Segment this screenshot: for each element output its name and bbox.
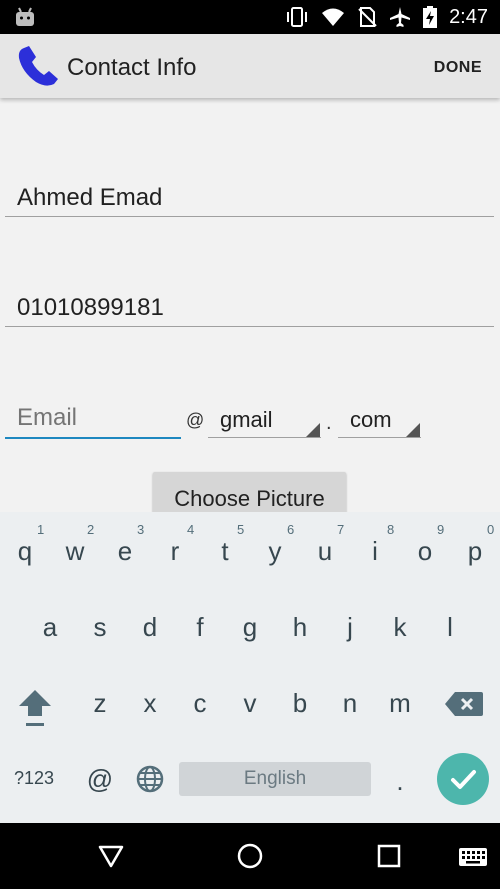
key-m[interactable]: m bbox=[375, 688, 425, 719]
at-key[interactable]: @ bbox=[75, 764, 125, 795]
key-e[interactable]: e bbox=[100, 536, 150, 567]
key-hint-9: 9 bbox=[437, 522, 445, 537]
key-x[interactable]: x bbox=[125, 688, 175, 719]
done-button[interactable]: DONE bbox=[434, 59, 482, 77]
checkmark-icon bbox=[451, 770, 476, 789]
wifi-icon bbox=[322, 8, 345, 26]
tld-spinner-arrow-icon bbox=[406, 423, 420, 437]
phone-field[interactable]: 01010899181 bbox=[17, 294, 164, 322]
back-icon[interactable] bbox=[97, 842, 125, 870]
vibrate-icon bbox=[287, 7, 308, 27]
name-field-underline bbox=[5, 216, 494, 217]
key-hint-5: 5 bbox=[237, 522, 245, 537]
key-k[interactable]: k bbox=[375, 612, 425, 643]
key-hint-4: 4 bbox=[187, 522, 195, 537]
dot-label: . bbox=[326, 412, 332, 434]
at-label: @ bbox=[186, 410, 205, 430]
status-bar: 2:47 bbox=[0, 0, 500, 34]
key-j[interactable]: j bbox=[325, 612, 375, 643]
key-f[interactable]: f bbox=[175, 612, 225, 643]
domain-spinner-value: gmail bbox=[220, 407, 273, 432]
navigation-bar bbox=[0, 823, 500, 889]
key-u[interactable]: u bbox=[300, 536, 350, 567]
symbols-key[interactable]: ?123 bbox=[14, 768, 54, 789]
key-hint-0: 0 bbox=[487, 522, 495, 537]
key-y[interactable]: y bbox=[250, 536, 300, 567]
app-bar: Contact Info DONE bbox=[0, 34, 500, 98]
key-v[interactable]: v bbox=[225, 688, 275, 719]
key-d[interactable]: d bbox=[125, 612, 175, 643]
domain-spinner-underline bbox=[208, 437, 321, 438]
key-q[interactable]: q bbox=[0, 536, 50, 567]
email-field[interactable] bbox=[17, 404, 177, 432]
tld-spinner-underline bbox=[338, 437, 421, 438]
space-key[interactable]: English bbox=[179, 762, 371, 796]
keyboard-icon[interactable] bbox=[458, 846, 488, 868]
key-hint-1: 1 bbox=[37, 522, 45, 537]
name-field[interactable]: Ahmed Emad bbox=[17, 184, 162, 212]
key-hint-8: 8 bbox=[387, 522, 395, 537]
battery-charging-icon bbox=[423, 6, 438, 28]
key-h[interactable]: h bbox=[275, 612, 325, 643]
key-i[interactable]: i bbox=[350, 536, 400, 567]
no-sim-icon bbox=[358, 7, 377, 27]
key-hint-6: 6 bbox=[287, 522, 295, 537]
soft-keyboard: q w e r t y u i o p 1 2 3 4 5 6 7 8 9 0 … bbox=[0, 512, 500, 823]
key-r[interactable]: r bbox=[150, 536, 200, 567]
key-hint-3: 3 bbox=[137, 522, 145, 537]
phone-field-underline bbox=[5, 326, 494, 327]
home-icon[interactable] bbox=[235, 841, 265, 871]
key-hint-2: 2 bbox=[87, 522, 95, 537]
key-t[interactable]: t bbox=[200, 536, 250, 567]
tld-spinner-value: com bbox=[350, 407, 392, 432]
email-field-underline bbox=[5, 437, 181, 439]
status-time: 2:47 bbox=[449, 5, 488, 28]
screen: 2:47 Contact Info DONE Ahmed Emad 010108… bbox=[0, 0, 500, 889]
page-title: Contact Info bbox=[67, 54, 197, 81]
key-z[interactable]: z bbox=[75, 688, 125, 719]
key-o[interactable]: o bbox=[400, 536, 450, 567]
key-hint-7: 7 bbox=[337, 522, 345, 537]
key-b[interactable]: b bbox=[275, 688, 325, 719]
period-key[interactable]: . bbox=[375, 766, 425, 797]
key-c[interactable]: c bbox=[175, 688, 225, 719]
key-n[interactable]: n bbox=[325, 688, 375, 719]
phone-icon bbox=[18, 46, 58, 86]
key-s[interactable]: s bbox=[75, 612, 125, 643]
domain-spinner-arrow-icon bbox=[306, 423, 320, 437]
shift-icon[interactable] bbox=[15, 686, 55, 730]
key-a[interactable]: a bbox=[25, 612, 75, 643]
enter-key[interactable] bbox=[437, 753, 489, 805]
key-l[interactable]: l bbox=[425, 612, 475, 643]
key-g[interactable]: g bbox=[225, 612, 275, 643]
key-w[interactable]: w bbox=[50, 536, 100, 567]
recents-icon[interactable] bbox=[376, 843, 402, 869]
android-icon bbox=[16, 7, 34, 26]
key-p[interactable]: p bbox=[450, 536, 500, 567]
backspace-icon[interactable] bbox=[444, 690, 484, 718]
globe-icon[interactable] bbox=[136, 765, 164, 793]
airplane-icon bbox=[390, 7, 411, 27]
